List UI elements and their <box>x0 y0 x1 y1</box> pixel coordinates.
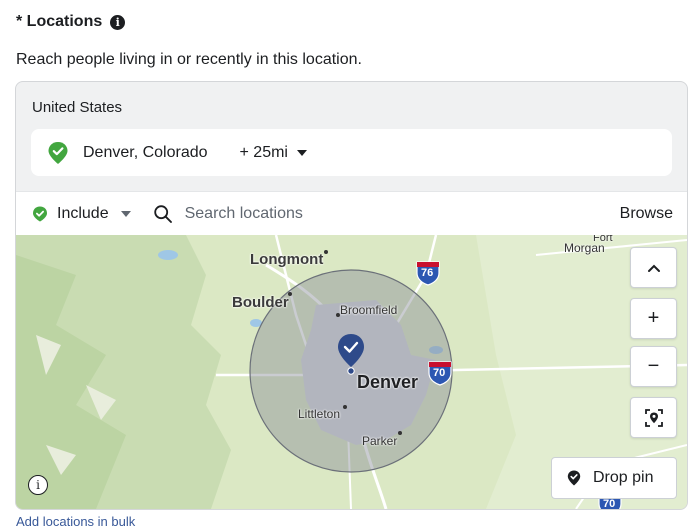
drop-pin-button[interactable]: Drop pin <box>551 457 677 499</box>
browse-button[interactable]: Browse <box>620 205 673 223</box>
collapse-map-button[interactable] <box>630 247 677 288</box>
chevron-down-icon[interactable] <box>296 149 307 156</box>
interstate-70-shield: 70 <box>433 367 446 379</box>
pin-icon <box>567 470 581 486</box>
location-toolbar: Include Browse <box>16 191 687 235</box>
selected-location[interactable]: Denver, Colorado + 25mi <box>31 129 672 176</box>
country-label: United States <box>32 99 123 116</box>
locations-heading: * Locations i <box>16 13 126 31</box>
current-location-button[interactable] <box>630 397 677 438</box>
map-label-broomfield: Broomfield <box>340 303 398 317</box>
location-name: Denver, Colorado <box>83 143 208 161</box>
search-icon <box>153 204 172 223</box>
search-locations-input[interactable] <box>182 203 567 224</box>
zoom-in-button[interactable]: + <box>630 298 677 339</box>
locate-icon <box>644 408 663 427</box>
interstate-76-shield: 76 <box>421 267 434 279</box>
chevron-down-icon[interactable] <box>120 210 131 217</box>
location-pin-icon <box>48 141 68 164</box>
zoom-out-button[interactable]: − <box>630 346 677 387</box>
map-label-morgan: Morgan <box>564 241 605 255</box>
section-description: Reach people living in or recently in th… <box>16 51 362 68</box>
map-label-parker: Parker <box>362 434 398 448</box>
add-locations-in-bulk-link[interactable]: Add locations in bulk <box>16 514 135 529</box>
map-label-littleton: Littleton <box>298 407 341 421</box>
drop-pin-label: Drop pin <box>593 469 654 486</box>
chevron-up-icon <box>647 264 660 272</box>
include-check-icon <box>33 206 47 221</box>
map-label-denver: Denver <box>357 372 419 392</box>
include-dropdown[interactable]: Include <box>57 205 109 223</box>
section-title: * Locations <box>16 13 103 30</box>
radius-selector[interactable]: + 25mi <box>240 144 288 162</box>
map-label-boulder: Boulder <box>232 294 289 311</box>
map-label-longmont: Longmont <box>250 251 324 268</box>
map-info-icon[interactable]: i <box>28 475 48 495</box>
interstate-70-shield-east: 70 <box>603 498 616 509</box>
location-map[interactable]: Longmont Boulder Broomfield Denver Littl… <box>16 235 687 509</box>
info-icon[interactable]: i <box>110 14 126 30</box>
locations-panel: United States Denver, Colorado + 25mi In… <box>15 81 688 510</box>
